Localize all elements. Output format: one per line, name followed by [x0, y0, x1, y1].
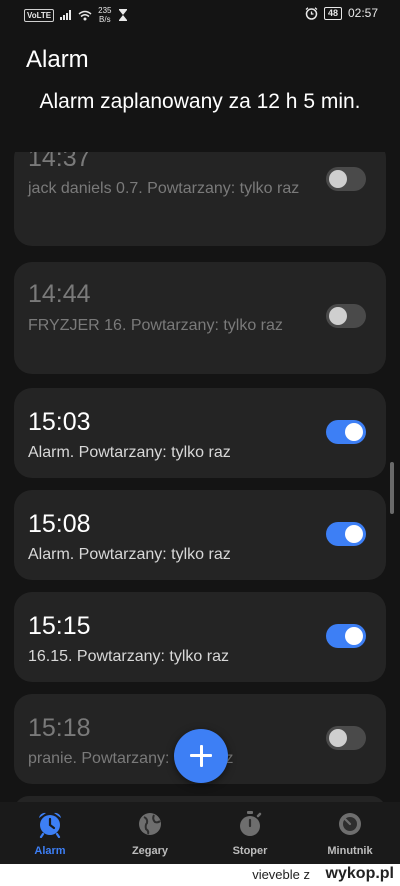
toggle-knob [345, 627, 363, 645]
alarm-description: pranie. Powtarzany: tylko raz [28, 750, 234, 767]
alarm-description: Alarm. Powtarzany: tylko raz [28, 444, 231, 461]
toggle-knob [329, 170, 347, 188]
wykop-logo: wykop.pl [325, 865, 394, 882]
status-left: VoLTE 235 B/s [24, 6, 128, 24]
alarm-time: 14:44 [28, 280, 91, 308]
alarm-clock-icon [39, 812, 61, 838]
tab-alarm[interactable]: Alarm [0, 810, 100, 857]
alarm-status-icon [305, 6, 318, 20]
battery-indicator: 48 [323, 6, 342, 20]
next-alarm-text: Alarm zaplanowany za 12 h 5 min. [39, 90, 361, 113]
alarm-description: 16.15. Powtarzany: tylko raz [28, 648, 229, 665]
stopwatch-icon [240, 811, 262, 836]
globe-icon [139, 813, 161, 835]
tab-zegary[interactable]: Zegary [100, 810, 200, 857]
speed-unit: B/s [99, 15, 111, 24]
alarm-toggle[interactable] [326, 420, 366, 444]
scrollbar[interactable] [390, 462, 394, 514]
wifi-icon [78, 10, 92, 20]
alarm-description: FRYZJER 16. Powtarzany: tylko raz [28, 317, 283, 334]
tab-label: Minutnik [327, 845, 373, 857]
tab-label: Stoper [232, 845, 268, 857]
tab-label: Alarm [34, 845, 66, 857]
toggle-knob [345, 423, 363, 441]
alarm-card[interactable]: 14:37 jack daniels 0.7. Powtarzany: tylk… [14, 152, 386, 246]
alarm-toggle[interactable] [326, 304, 366, 328]
alarm-time: 15:03 [28, 408, 91, 436]
tab-stoper[interactable]: Stoper [200, 810, 300, 857]
page-title: Alarm [26, 46, 89, 73]
alarm-toggle[interactable] [326, 522, 366, 546]
alarm-card[interactable]: 15:08 Alarm. Powtarzany: tylko raz [14, 490, 386, 580]
alarm-time: 15:15 [28, 612, 91, 640]
alarm-description: Alarm. Powtarzany: tylko raz [28, 546, 231, 563]
alarm-card[interactable]: 15:15 16.15. Powtarzany: tylko raz [14, 592, 386, 682]
alarm-list[interactable]: 14:37 jack daniels 0.7. Powtarzany: tylk… [0, 152, 400, 802]
watermark-bar: vieveble z wykop.pl [0, 864, 400, 886]
toggle-knob [345, 525, 363, 543]
status-time: 02:57 [347, 6, 378, 20]
bottom-nav: Alarm Zegary Stoper Minutnik [0, 802, 400, 864]
watermark-text: vieveble z [252, 867, 310, 882]
toggle-knob [329, 307, 347, 325]
alarm-description: jack daniels 0.7. Powtarzany: tylko raz [28, 180, 300, 197]
alarm-toggle[interactable] [326, 726, 366, 750]
alarm-time: 15:18 [28, 714, 91, 742]
toggle-knob [329, 729, 347, 747]
status-bar: VoLTE 235 B/s 48 02:57 [0, 0, 400, 30]
plus-icon-stroke [199, 745, 203, 767]
alarm-time: 15:08 [28, 510, 91, 538]
alarm-card[interactable]: 15:03 Alarm. Powtarzany: tylko raz [14, 388, 386, 478]
signal-icon [60, 10, 72, 20]
status-right: 48 02:57 [305, 6, 378, 20]
timer-icon [339, 813, 361, 835]
tab-label: Zegary [131, 845, 169, 857]
tab-minutnik[interactable]: Minutnik [300, 810, 400, 857]
alarm-toggle[interactable] [326, 624, 366, 648]
alarm-card[interactable]: 14:44 FRYZJER 16. Powtarzany: tylko raz [14, 262, 386, 374]
hourglass-icon [118, 9, 127, 21]
alarm-time: 14:37 [28, 152, 91, 172]
speed-value: 235 [98, 6, 112, 15]
alarm-toggle[interactable] [326, 167, 366, 191]
add-alarm-button[interactable] [174, 729, 228, 783]
network-speed: 235 B/s [98, 6, 111, 24]
volte-indicator: VoLTE [24, 8, 55, 22]
